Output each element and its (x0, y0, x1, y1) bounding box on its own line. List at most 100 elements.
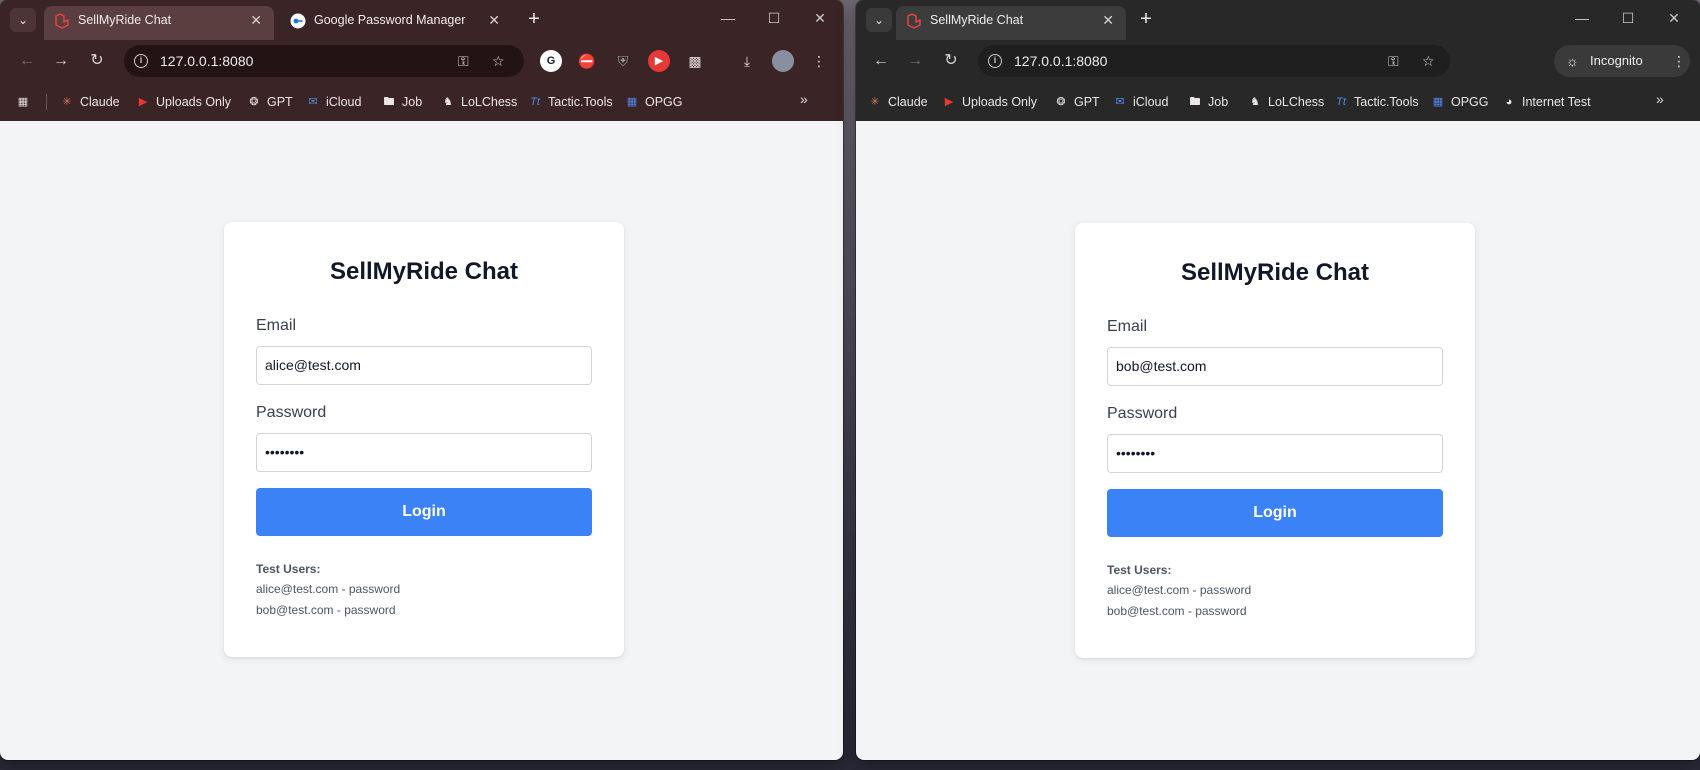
download-icon[interactable]: ⤓ (736, 50, 758, 72)
bookmark-label: Internet Test (1522, 95, 1591, 109)
grammarly-icon[interactable]: G (540, 50, 562, 72)
bookmark-job[interactable]: 🖿 Job (382, 92, 423, 112)
tab-sellmyride[interactable]: SellMyRide Chat ✕ (44, 6, 274, 40)
minimize-icon[interactable]: — (1572, 10, 1592, 26)
bookmark-label: OPGG (645, 95, 683, 109)
new-tab-button[interactable]: + (1134, 8, 1158, 32)
maximize-icon[interactable]: ☐ (764, 10, 784, 27)
login-button[interactable]: Login (256, 488, 592, 536)
maximize-icon[interactable]: ☐ (1618, 10, 1638, 27)
password-field[interactable]: •••••••• (1107, 434, 1443, 473)
password-field[interactable]: •••••••• (256, 433, 592, 472)
menu-icon[interactable]: ⋮ (1668, 50, 1690, 72)
browser-window-left: ⌄ SellMyRide Chat ✕ Google Password Mana… (0, 0, 843, 760)
browser-chrome: ⌄ SellMyRide Chat ✕ + — ☐ ✕ ← → ↻ i 127.… (856, 0, 1700, 121)
address-bar[interactable]: i 127.0.0.1:8080 ⚿ ☆ (978, 45, 1450, 77)
address-bar[interactable]: i 127.0.0.1:8080 ⚿ ☆ (124, 45, 524, 77)
email-field[interactable]: alice@test.com (256, 346, 592, 385)
bookmark-label: iCloud (1133, 95, 1169, 109)
bookmark-uploads-only[interactable]: ▶ Uploads Only (136, 92, 231, 112)
bookmarks-overflow-icon[interactable]: » (800, 91, 808, 107)
bookmark-lolchess[interactable]: ♞ LoLChess (1248, 92, 1324, 112)
test-user-line: alice@test.com - password (1107, 583, 1252, 597)
back-icon[interactable]: ← (870, 50, 892, 72)
bookmark-icloud[interactable]: ✉ iCloud (1113, 92, 1168, 112)
bookmark-label: iCloud (326, 95, 362, 109)
bookmark-label: Job (1208, 95, 1229, 109)
tab-password-manager[interactable]: Google Password Manager ✕ (280, 6, 512, 40)
bookmark-gpt[interactable]: ❂ GPT (247, 92, 293, 112)
bookmark-tactic-tools[interactable]: Tt Tactic.Tools (1334, 92, 1419, 112)
apps-icon[interactable]: ▦ (16, 92, 30, 112)
folder-icon: 🖿 (383, 96, 395, 108)
bookmark-opgg[interactable]: ▦ OPGG (625, 92, 683, 112)
bookmark-opgg[interactable]: ▦ OPGG (1431, 92, 1489, 112)
close-icon[interactable]: ✕ (1102, 6, 1114, 35)
site-info-icon[interactable]: i (134, 54, 148, 68)
minimize-icon[interactable]: — (718, 10, 738, 26)
test-user-line: bob@test.com - password (1107, 604, 1247, 618)
claude-icon: ✳ (62, 96, 72, 108)
test-user-line: alice@test.com - password (256, 582, 401, 596)
close-window-icon[interactable]: ✕ (810, 10, 830, 27)
avatar[interactable] (772, 50, 794, 72)
password-label: Password (256, 404, 327, 421)
bookmark-claude[interactable]: ✳ Claude (868, 92, 927, 112)
bookmark-label: GPT (267, 95, 293, 109)
tab-search-button[interactable]: ⌄ (10, 8, 36, 32)
bookmark-gpt[interactable]: ❂ GPT (1054, 92, 1099, 112)
site-info-icon[interactable]: i (988, 54, 1002, 68)
bookmark-label: OPGG (1451, 95, 1489, 109)
bookmark-tactic-tools[interactable]: Tt Tactic.Tools (528, 92, 613, 112)
tab-search-button[interactable]: ⌄ (866, 8, 892, 32)
login-card: SellMyRide Chat Email bob@test.com Passw… (1075, 223, 1475, 658)
close-window-icon[interactable]: ✕ (1664, 10, 1684, 27)
forward-icon[interactable]: → (50, 50, 72, 72)
extensions-icon[interactable]: ▩ (684, 50, 706, 72)
close-icon[interactable]: ✕ (488, 6, 500, 35)
star-icon[interactable]: ☆ (492, 45, 505, 77)
bookmark-claude[interactable]: ✳ Claude (60, 92, 120, 112)
bookmark-label: Claude (80, 95, 120, 109)
youtube-icon: ▶ (138, 96, 148, 108)
star-icon[interactable]: ☆ (1422, 45, 1435, 77)
password-manager-icon (290, 13, 306, 29)
bookmarks-overflow-icon[interactable]: » (1656, 91, 1664, 107)
bookmark-job[interactable]: 🖿 Job (1188, 92, 1229, 112)
bookmark-uploads-only[interactable]: ▶ Uploads Only (942, 92, 1037, 112)
menu-icon[interactable]: ⋮ (808, 50, 830, 72)
bookmarks-bar: ▦ ✳ Claude ▶ Uploads Only ❂ GPT ✉ iCloud 🖿 Jo… (0, 82, 843, 121)
bookmark-label: LoLChess (1268, 95, 1325, 109)
browser-chrome: ⌄ SellMyRide Chat ✕ Google Password Mana… (0, 0, 843, 121)
page-content: SellMyRide Chat Email bob@test.com Passw… (856, 121, 1700, 760)
adblock-icon[interactable]: ⛔ (576, 50, 598, 72)
reload-icon[interactable]: ↻ (86, 50, 108, 72)
bookmark-internet-test[interactable]: ◕ Internet Test (1502, 92, 1591, 112)
email-field[interactable]: bob@test.com (1107, 347, 1443, 386)
speedometer-icon: ◕ (1505, 96, 1513, 108)
test-users-info: Test Users: alice@test.com - password bo… (1107, 563, 1251, 625)
bookmarks-bar: ✳ Claude ▶ Uploads Only ❂ GPT ✉ iCloud 🖿 Job … (856, 82, 1700, 121)
bookmark-lolchess[interactable]: ♞ LoLChess (441, 92, 517, 112)
bookmark-icloud[interactable]: ✉ iCloud (306, 92, 361, 112)
tab-sellmyride[interactable]: SellMyRide Chat ✕ (896, 6, 1126, 40)
tab-label: SellMyRide Chat (78, 13, 172, 27)
page-title: SellMyRide Chat (1180, 259, 1370, 286)
claude-icon: ✳ (870, 96, 880, 108)
shield-icon[interactable]: ⛨ (612, 50, 634, 72)
back-icon[interactable]: ← (16, 50, 38, 72)
login-card: SellMyRide Chat Email alice@test.com Pas… (224, 222, 624, 657)
reload-icon[interactable]: ↻ (940, 50, 962, 72)
new-tab-button[interactable]: + (522, 8, 546, 32)
folder-icon: 🖿 (1189, 96, 1201, 108)
youtube-icon[interactable]: ▶ (648, 50, 670, 72)
login-button[interactable]: Login (1107, 489, 1443, 537)
close-icon[interactable]: ✕ (250, 6, 262, 35)
forward-icon[interactable]: → (904, 50, 926, 72)
key-icon[interactable]: ⚿ (1388, 45, 1399, 77)
opgg-icon: ▦ (626, 96, 638, 108)
key-icon[interactable]: ⚿ (458, 45, 469, 77)
toolbar: ← → ↻ i 127.0.0.1:8080 ⚿ ☆ ☼ Incognito ⋮ (856, 40, 1700, 82)
toolbar: ← → ↻ i 127.0.0.1:8080 ⚿ ☆ G ⛔ ⛨ ▶ ▩ ⤓ ⋮ (0, 40, 843, 82)
test-user-line: bob@test.com - password (256, 603, 396, 617)
